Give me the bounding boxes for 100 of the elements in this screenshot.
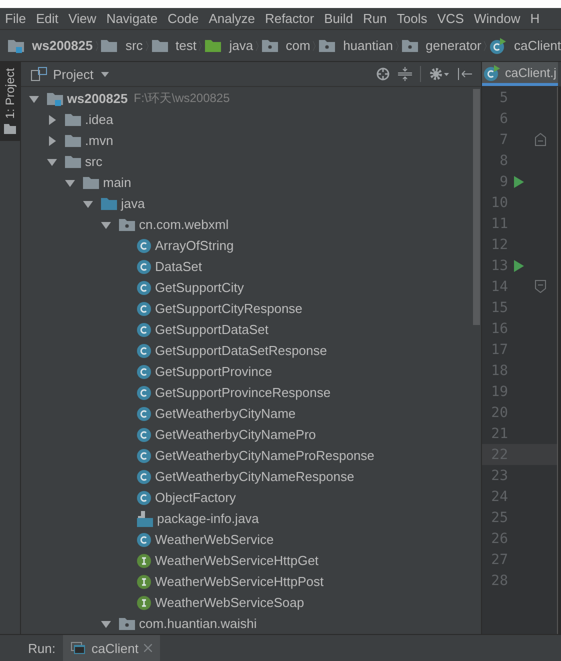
- fold-icon[interactable]: [534, 133, 546, 146]
- hide-panel-icon[interactable]: [457, 67, 473, 81]
- java-file-icon: [137, 510, 153, 526]
- class-icon: [484, 64, 500, 80]
- menu-item[interactable]: View: [68, 11, 96, 26]
- tree-item[interactable]: WeatherWebServiceHttpGet: [155, 553, 319, 568]
- path-text: F:\环天\ws200825: [134, 90, 230, 107]
- tree-item[interactable]: package-info.java: [157, 511, 259, 526]
- class-icon: [137, 344, 151, 358]
- project-view-icon: [31, 67, 47, 81]
- editor-tab[interactable]: caClient.j: [482, 62, 558, 86]
- breadcrumb-item[interactable]: caClient: [514, 38, 561, 53]
- tree-item[interactable]: com.huantian.waishi: [139, 616, 257, 631]
- class-icon: [137, 406, 151, 420]
- breadcrumb-item[interactable]: java: [229, 38, 254, 53]
- folder-icon: [205, 39, 222, 52]
- menu-item[interactable]: Build: [324, 11, 354, 26]
- tree-item[interactable]: GetSupportDataSet: [155, 322, 268, 337]
- menu-item[interactable]: H: [530, 11, 540, 26]
- tree-item[interactable]: DataSet: [155, 259, 202, 274]
- collapsed-arrow-icon[interactable]: [47, 136, 57, 146]
- interface-icon: [137, 596, 151, 610]
- menu-item[interactable]: Tools: [396, 11, 428, 26]
- collapsed-arrow-icon[interactable]: [47, 114, 57, 124]
- dropdown-caret-icon[interactable]: [101, 72, 110, 76]
- class-icon: [137, 260, 151, 274]
- expanded-arrow-icon[interactable]: [47, 156, 57, 166]
- breadcrumb-item[interactable]: ws200825: [32, 38, 93, 53]
- menu-item[interactable]: File: [5, 11, 26, 26]
- class-icon: [137, 448, 151, 462]
- class-icon: [137, 322, 151, 336]
- menu-item[interactable]: Analyze: [208, 11, 255, 26]
- tree-item[interactable]: ArrayOfString: [155, 238, 234, 253]
- folder-icon: [101, 39, 118, 52]
- tree-item[interactable]: .mvn: [85, 133, 114, 148]
- run-icon[interactable]: [514, 176, 524, 188]
- tree-item[interactable]: ws200825: [67, 91, 128, 106]
- menu-item[interactable]: Refactor: [264, 11, 314, 26]
- package-icon: [262, 39, 278, 52]
- locate-icon[interactable]: [376, 67, 390, 81]
- tree-item[interactable]: GetSupportCity: [155, 280, 244, 295]
- breadcrumb-item[interactable]: com: [286, 38, 310, 53]
- tree-item[interactable]: GetSupportProvinceResponse: [155, 385, 331, 400]
- folder-icon: [101, 197, 117, 210]
- folder-icon: [83, 176, 99, 189]
- tree-item[interactable]: GetSupportProvince: [155, 364, 272, 379]
- tree-item[interactable]: ObjectFactory: [155, 490, 236, 505]
- run-label: Run:: [27, 640, 56, 656]
- tree-item[interactable]: java: [121, 196, 145, 211]
- scrollbar[interactable]: [473, 89, 480, 325]
- tree-item[interactable]: cn.com.webxml: [139, 217, 229, 232]
- settings-icon[interactable]: [429, 67, 449, 81]
- run-icon[interactable]: [514, 260, 524, 272]
- tree-item[interactable]: WeatherWebServiceSoap: [155, 595, 304, 610]
- breadcrumb-item[interactable]: test: [176, 38, 196, 53]
- breadcrumb-item[interactable]: src: [125, 38, 143, 53]
- expanded-arrow-icon[interactable]: [65, 178, 75, 188]
- tree-item[interactable]: WeatherWebServiceHttpPost: [155, 574, 324, 589]
- menu-item[interactable]: Code: [168, 11, 199, 26]
- menu-item[interactable]: Navigate: [106, 11, 158, 26]
- collapse-all-icon[interactable]: [398, 67, 412, 81]
- tree-item[interactable]: .idea: [85, 112, 114, 127]
- expanded-arrow-icon[interactable]: [29, 94, 39, 104]
- tree-item[interactable]: GetWeatherbyCityNameResponse: [155, 469, 354, 484]
- class-icon: [137, 364, 151, 378]
- tree-item[interactable]: GetWeatherbyCityName: [155, 406, 296, 421]
- expanded-arrow-icon[interactable]: [83, 198, 93, 208]
- tree-item[interactable]: main: [103, 175, 132, 190]
- tree-item[interactable]: GetWeatherbyCityNameProResponse: [155, 448, 374, 463]
- package-icon: [119, 218, 135, 231]
- menu-item[interactable]: Run: [363, 11, 387, 26]
- menu-item[interactable]: VCS: [437, 11, 464, 26]
- expanded-arrow-icon[interactable]: [101, 618, 111, 628]
- tree-item[interactable]: GetWeatherbyCityNamePro: [155, 427, 316, 442]
- tree-item[interactable]: GetSupportCityResponse: [155, 301, 302, 316]
- class-icon: [137, 532, 151, 546]
- package-icon: [402, 39, 418, 52]
- class-icon: [137, 280, 151, 294]
- tree-item[interactable]: WeatherWebService: [155, 532, 274, 547]
- class-icon: [137, 302, 151, 316]
- class-icon: [137, 490, 151, 504]
- folder-icon: [65, 134, 81, 147]
- interface-icon: [137, 554, 151, 568]
- tree-item[interactable]: GetSupportDataSetResponse: [155, 343, 327, 358]
- class-icon: [137, 238, 151, 252]
- class-icon: [137, 470, 151, 484]
- run-tab[interactable]: caClient: [63, 635, 160, 661]
- interface-icon: [137, 574, 151, 588]
- module-folder-icon: [47, 92, 63, 106]
- folder-icon: [65, 155, 81, 168]
- panel-title[interactable]: Project: [53, 66, 94, 82]
- breadcrumb-item[interactable]: generator: [426, 38, 482, 53]
- menu-item[interactable]: Edit: [36, 11, 58, 26]
- breadcrumb-item[interactable]: huantian: [343, 38, 393, 53]
- project-tool-tab[interactable]: 1: Project: [0, 62, 20, 141]
- menu-item[interactable]: Window: [474, 11, 520, 26]
- tree-item[interactable]: src: [85, 154, 102, 169]
- fold-icon[interactable]: [534, 280, 546, 293]
- module-folder-icon: [8, 38, 24, 52]
- expanded-arrow-icon[interactable]: [101, 220, 111, 230]
